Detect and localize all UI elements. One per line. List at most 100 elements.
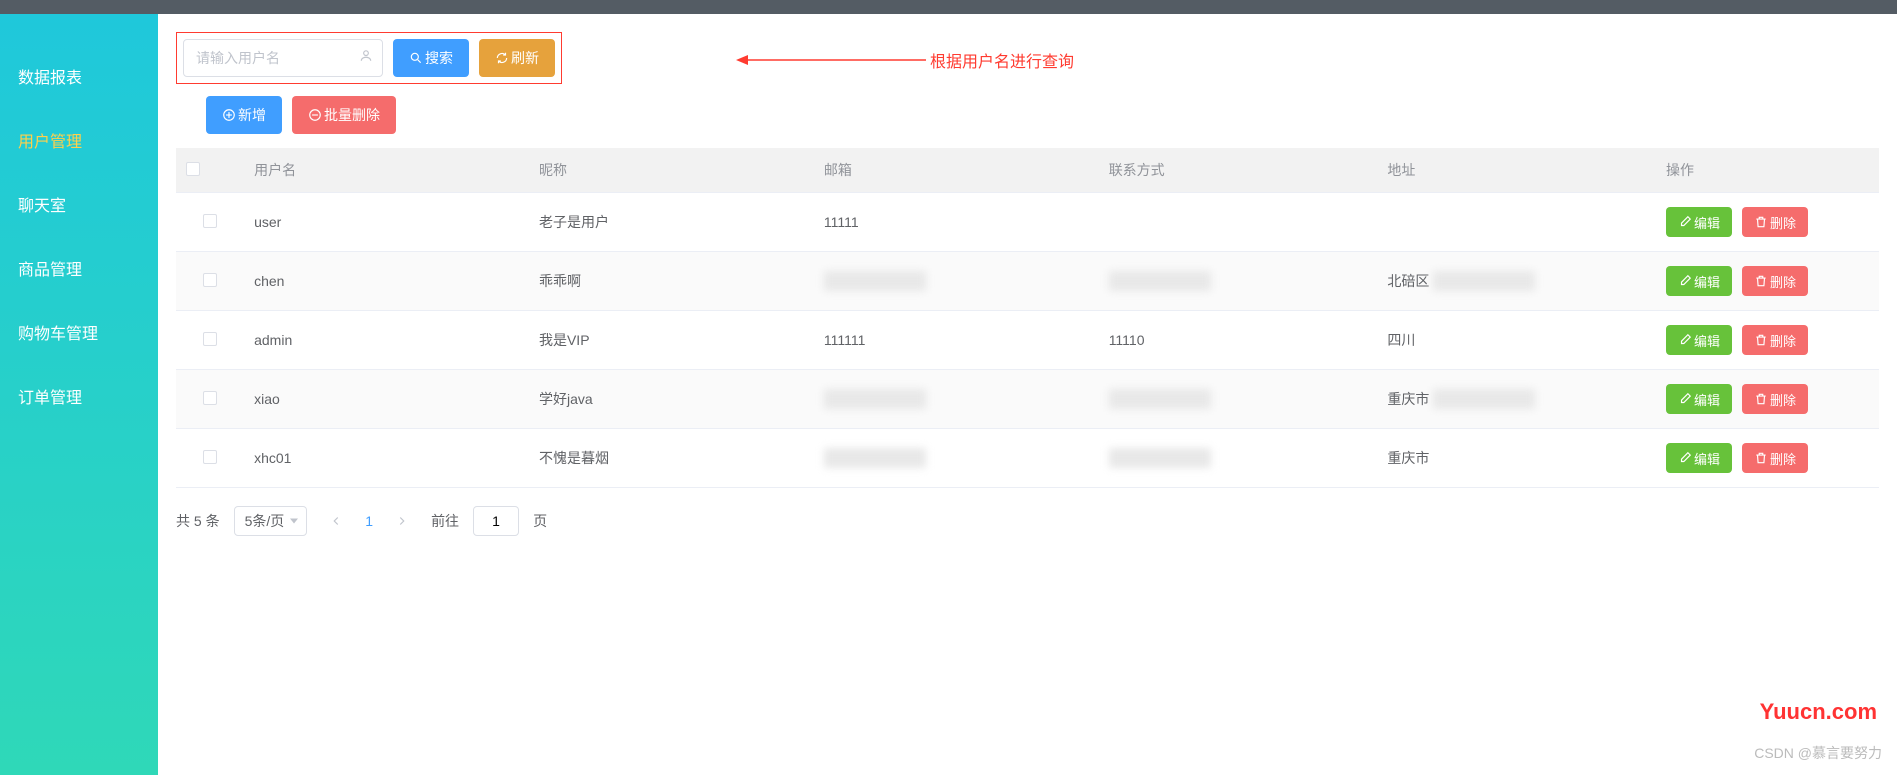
delete-button[interactable]: 删除	[1742, 266, 1808, 296]
annotation-text: 根据用户名进行查询	[930, 48, 1074, 72]
next-page-button[interactable]	[387, 506, 417, 536]
table-row: admin我是VIP11111111110四川编辑删除	[176, 311, 1879, 370]
watermark-yuucn: Yuucn.com	[1760, 699, 1877, 725]
cell-nickname: 老子是用户	[529, 193, 814, 252]
page-size-select[interactable]: 5条/页	[234, 506, 308, 536]
trash-icon	[1754, 451, 1768, 465]
search-icon	[409, 51, 423, 65]
search-button[interactable]: 搜索	[393, 39, 469, 77]
th-username: 用户名	[244, 148, 529, 193]
sidebar-item-chatroom[interactable]: 聊天室	[0, 172, 158, 236]
edit-button[interactable]: 编辑	[1666, 443, 1732, 473]
checkbox-all[interactable]	[186, 162, 200, 176]
goto-prefix: 前往	[431, 511, 459, 531]
minus-icon	[308, 108, 322, 122]
cell-email: 11111	[814, 193, 1099, 252]
cell-contact: hidden	[1099, 429, 1378, 488]
watermark-csdn: CSDN @慕言要努力	[1754, 743, 1882, 763]
checkbox-row[interactable]	[203, 450, 217, 464]
cell-email: hidden	[814, 370, 1099, 429]
cell-address: 重庆市	[1377, 429, 1656, 488]
arrow-icon	[736, 54, 926, 66]
th-address: 地址	[1377, 148, 1656, 193]
delete-button[interactable]: 删除	[1742, 325, 1808, 355]
chevron-left-icon	[329, 514, 343, 528]
total-text: 共 5 条	[176, 511, 220, 531]
page-number-current[interactable]: 1	[365, 513, 373, 529]
th-email: 邮箱	[814, 148, 1099, 193]
edit-button[interactable]: 编辑	[1666, 384, 1732, 414]
goto-page-input[interactable]	[473, 506, 519, 536]
cell-address	[1377, 193, 1656, 252]
checkbox-row[interactable]	[203, 214, 217, 228]
cell-contact: hidden	[1099, 370, 1378, 429]
refresh-icon	[495, 51, 509, 65]
th-nickname: 昵称	[529, 148, 814, 193]
trash-icon	[1754, 215, 1768, 229]
cell-username: xhc01	[244, 429, 529, 488]
sidebar-item-order[interactable]: 订单管理	[0, 364, 158, 428]
delete-button[interactable]: 删除	[1742, 384, 1808, 414]
cell-username: chen	[244, 252, 529, 311]
user-icon	[359, 49, 373, 68]
edit-icon	[1678, 392, 1692, 406]
th-contact: 联系方式	[1099, 148, 1378, 193]
cell-address: 北碚区 hidden	[1377, 252, 1656, 311]
cell-email: 111111	[814, 311, 1099, 370]
pagination: 共 5 条 5条/页 1 前往 页	[176, 506, 1879, 536]
cell-nickname: 不愧是暮烟	[529, 429, 814, 488]
goto-suffix: 页	[533, 511, 547, 531]
sidebar-item-cart[interactable]: 购物车管理	[0, 300, 158, 364]
checkbox-row[interactable]	[203, 332, 217, 346]
chevron-right-icon	[395, 514, 409, 528]
batch-delete-button-label: 批量删除	[324, 105, 380, 125]
cell-address: 四川	[1377, 311, 1656, 370]
edit-icon	[1678, 215, 1692, 229]
sidebar: 数据报表 用户管理 聊天室 商品管理 购物车管理 订单管理	[0, 14, 158, 775]
cell-nickname: 我是VIP	[529, 311, 814, 370]
annotation-arrow: 根据用户名进行查询	[736, 48, 1074, 72]
edit-button[interactable]: 编辑	[1666, 325, 1732, 355]
cell-username: xiao	[244, 370, 529, 429]
main-content: 搜索 刷新 根据用户名进行查询 新增	[158, 14, 1897, 775]
cell-contact: 11110	[1099, 311, 1378, 370]
table-row: chen乖乖啊hiddenhidden北碚区 hidden编辑删除	[176, 252, 1879, 311]
cell-email: hidden	[814, 252, 1099, 311]
batch-delete-button[interactable]: 批量删除	[292, 96, 396, 134]
edit-icon	[1678, 451, 1692, 465]
edit-icon	[1678, 274, 1692, 288]
prev-page-button[interactable]	[321, 506, 351, 536]
search-button-label: 搜索	[425, 48, 453, 68]
cell-contact: hidden	[1099, 252, 1378, 311]
refresh-button-label: 刷新	[511, 48, 539, 68]
trash-icon	[1754, 392, 1768, 406]
cell-contact	[1099, 193, 1378, 252]
edit-button[interactable]: 编辑	[1666, 207, 1732, 237]
checkbox-row[interactable]	[203, 273, 217, 287]
cell-username: user	[244, 193, 529, 252]
add-button[interactable]: 新增	[206, 96, 282, 134]
table-row: xiao学好javahiddenhidden重庆市 hidden编辑删除	[176, 370, 1879, 429]
delete-button[interactable]: 删除	[1742, 207, 1808, 237]
th-ops: 操作	[1656, 148, 1879, 193]
sidebar-item-user-management[interactable]: 用户管理	[0, 108, 158, 172]
edit-icon	[1678, 333, 1692, 347]
cell-address: 重庆市 hidden	[1377, 370, 1656, 429]
sidebar-item-data-report[interactable]: 数据报表	[0, 44, 158, 108]
cell-username: admin	[244, 311, 529, 370]
delete-button[interactable]: 删除	[1742, 443, 1808, 473]
plus-icon	[222, 108, 236, 122]
search-box-highlight: 搜索 刷新	[176, 32, 562, 84]
table-row: user老子是用户11111 编辑删除	[176, 193, 1879, 252]
trash-icon	[1754, 333, 1768, 347]
cell-nickname: 乖乖啊	[529, 252, 814, 311]
username-search-input[interactable]	[183, 39, 383, 77]
cell-nickname: 学好java	[529, 370, 814, 429]
checkbox-row[interactable]	[203, 391, 217, 405]
edit-button[interactable]: 编辑	[1666, 266, 1732, 296]
topbar	[0, 0, 1897, 14]
refresh-button[interactable]: 刷新	[479, 39, 555, 77]
user-table: 用户名 昵称 邮箱 联系方式 地址 操作 user老子是用户11111编辑删除c…	[176, 148, 1879, 488]
trash-icon	[1754, 274, 1768, 288]
sidebar-item-product[interactable]: 商品管理	[0, 236, 158, 300]
